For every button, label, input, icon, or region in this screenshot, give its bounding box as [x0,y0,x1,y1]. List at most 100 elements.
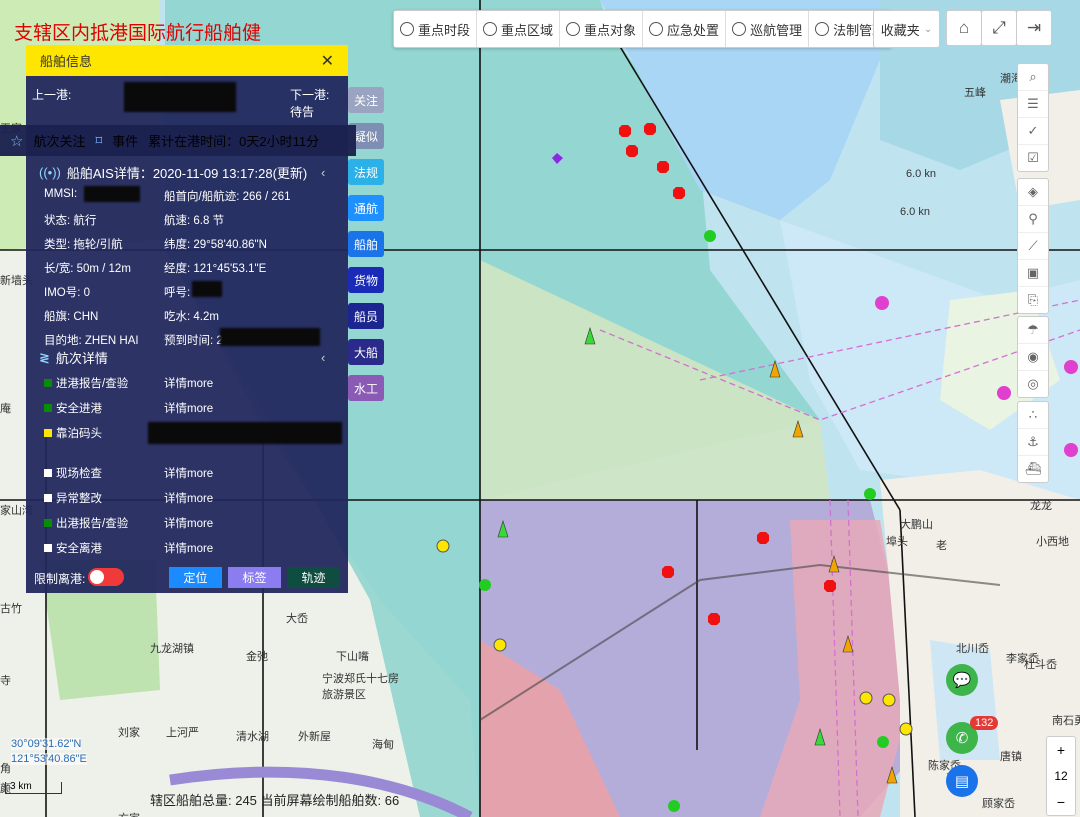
alarm-icon [649,22,664,36]
ship-marker-green [877,736,889,748]
close-icon[interactable]: ✕ [321,51,334,71]
ais-title: 船舶AIS详情：2020-11-09 13:17:28(更新) [66,166,308,181]
restrict-departure-toggle[interactable] [88,568,124,586]
page-title: 支辖区内抵港国际航行船舶健 [14,23,262,44]
vessel-tool[interactable]: ⛴ [1018,456,1048,482]
locate-button[interactable]: 定位 [169,567,222,588]
voyage-detail-link[interactable]: 详情more [164,515,213,531]
tool-group-3: ☂ ◉ ◎ [1017,316,1049,398]
target-icon [566,22,581,36]
ship-marker-yellow [436,539,450,553]
ais-destination: 目的地: ZHEN HAI [44,335,139,347]
map-place-label: 唐镇 [1000,751,1022,763]
truck-icon [815,22,830,36]
signal-icon: ((•)) [39,165,61,180]
radar-tool[interactable]: ◎ [1018,371,1048,397]
zoom-in-button[interactable]: + [1047,737,1075,763]
phone-icon: ✆ [955,730,969,747]
checkbox-tool[interactable]: ☑ [1018,145,1048,171]
status-dot [44,494,52,502]
check-tool[interactable]: ✓ [1018,118,1048,145]
ship-marker-red [644,123,656,135]
panel-header: 船舶信息 ✕ [26,45,348,76]
map-place-label: 大鹏山 [900,519,933,531]
ais-section-header[interactable]: ((•)) 船舶AIS详情：2020-11-09 13:17:28(更新) ‹ [39,163,325,182]
zoom-out-button[interactable]: − [1047,789,1075,815]
map-place-label: 海甸 [372,739,394,751]
document-icon [732,22,747,36]
document-button[interactable]: ▤ [946,765,978,797]
ship-marker-red [757,532,769,544]
category-tag[interactable]: 船员 [348,303,384,329]
tag-button[interactable]: 标签 [228,567,281,588]
toolbar-item-3[interactable]: 应急处置 [643,11,727,47]
export-tool[interactable]: ⎘ [1018,287,1048,313]
dot-tool[interactable]: ∴ [1018,402,1048,429]
ship-marker-yellow [899,722,913,736]
tool-group-1: ⌕ ☰ ✓ ☑ [1017,63,1049,172]
voyage-detail-link[interactable]: 详情more [164,400,213,416]
voyage-section-header[interactable]: ≷ 航次详情 ‹ [39,348,325,367]
scale-label: 3 km [10,781,32,792]
layers-tool[interactable]: ◈ [1018,179,1048,206]
attention-label[interactable]: 航次关注 [33,131,85,150]
view-tool[interactable]: ◉ [1018,344,1048,371]
category-tag[interactable]: 法规 [348,159,384,185]
restricted-zone-marker [1064,360,1078,374]
restrict-departure-label: 限制离港: [34,572,86,586]
voyage-detail-link[interactable]: 详情more [164,540,213,556]
top-toolbar: 重点时段 重点区域 重点对象 应急处置 巡航管理 法制管理 [393,10,893,48]
toolbar-item-2[interactable]: 重点对象 [560,11,644,47]
list-icon: ☰ [1027,96,1039,111]
toolbar-item-4[interactable]: 巡航管理 [726,11,810,47]
chat-button[interactable]: 💬 [946,664,978,696]
expand-icon: ⤢ [992,18,1006,37]
anchor-tool[interactable]: ⚓ [1018,429,1048,456]
toolbar-item-1[interactable]: 重点区域 [477,11,561,47]
check-circle-icon: ✓ [1027,123,1039,138]
map-place-label: 埠头 [886,536,908,548]
voyage-detail-link[interactable]: 详情more [164,375,213,391]
category-tag[interactable]: 通航 [348,195,384,221]
voyage-detail-link[interactable]: 详情more [164,490,213,506]
category-tag[interactable]: 水工 [348,375,384,401]
fullscreen-button[interactable]: ⤢ [981,10,1017,46]
voyage-detail-link[interactable]: 详情more [164,465,213,481]
toolbar-item-0[interactable]: 重点时段 [394,11,478,47]
restricted-zone-marker [1064,443,1078,457]
bookmark-icon[interactable]: ⌑ [95,133,102,149]
weather-tool[interactable]: ☂ [1018,317,1048,344]
layers-icon: ◈ [1028,184,1038,199]
category-tag[interactable]: 货物 [348,267,384,293]
track-button[interactable]: 轨迹 [287,567,340,588]
checkbox-icon: ☑ [1027,150,1039,165]
search-tool[interactable]: ⌕ [1018,64,1048,91]
toolbar-item-label: 应急处置 [667,22,720,38]
status-dot [44,544,52,552]
map-place-label: 小西地 [1036,536,1069,548]
category-tag[interactable]: 船舶 [348,231,384,257]
map-place-label: 6.0 kn [900,206,930,218]
category-tag[interactable]: 大船 [348,339,384,365]
toolbar-item-label: 重点区域 [501,22,554,38]
ship-marker-red [824,580,836,592]
event-label[interactable]: 事件 [112,131,138,150]
ship-marker-red [673,187,685,199]
pin-tool[interactable]: ⚲ [1018,206,1048,233]
star-icon[interactable]: ☆ [10,132,23,150]
ruler-tool[interactable]: ⟋ [1018,233,1048,260]
category-tag[interactable]: 关注 [348,87,384,113]
map-place-label: 大岙 [286,613,308,625]
voyage-item-label: 现场检查 [56,468,102,480]
favorites-dropdown[interactable]: 收藏夹 ⌄ [873,10,940,48]
tool-group-4: ∴ ⚓ ⛴ [1017,401,1049,483]
redacted-eta [220,328,320,346]
home-button[interactable]: ⌂ [946,10,982,46]
toolbar-item-label: 重点时段 [418,22,471,38]
voyage-item-label: 异常整改 [56,493,102,505]
stay-time: 累计在港时间：0天2小时11分 [148,134,320,149]
layer-list-tool[interactable]: ☰ [1018,91,1048,118]
image-tool[interactable]: ▣ [1018,260,1048,287]
logout-button[interactable]: ⇥ [1016,10,1052,46]
panel-title: 船舶信息 [40,54,93,69]
